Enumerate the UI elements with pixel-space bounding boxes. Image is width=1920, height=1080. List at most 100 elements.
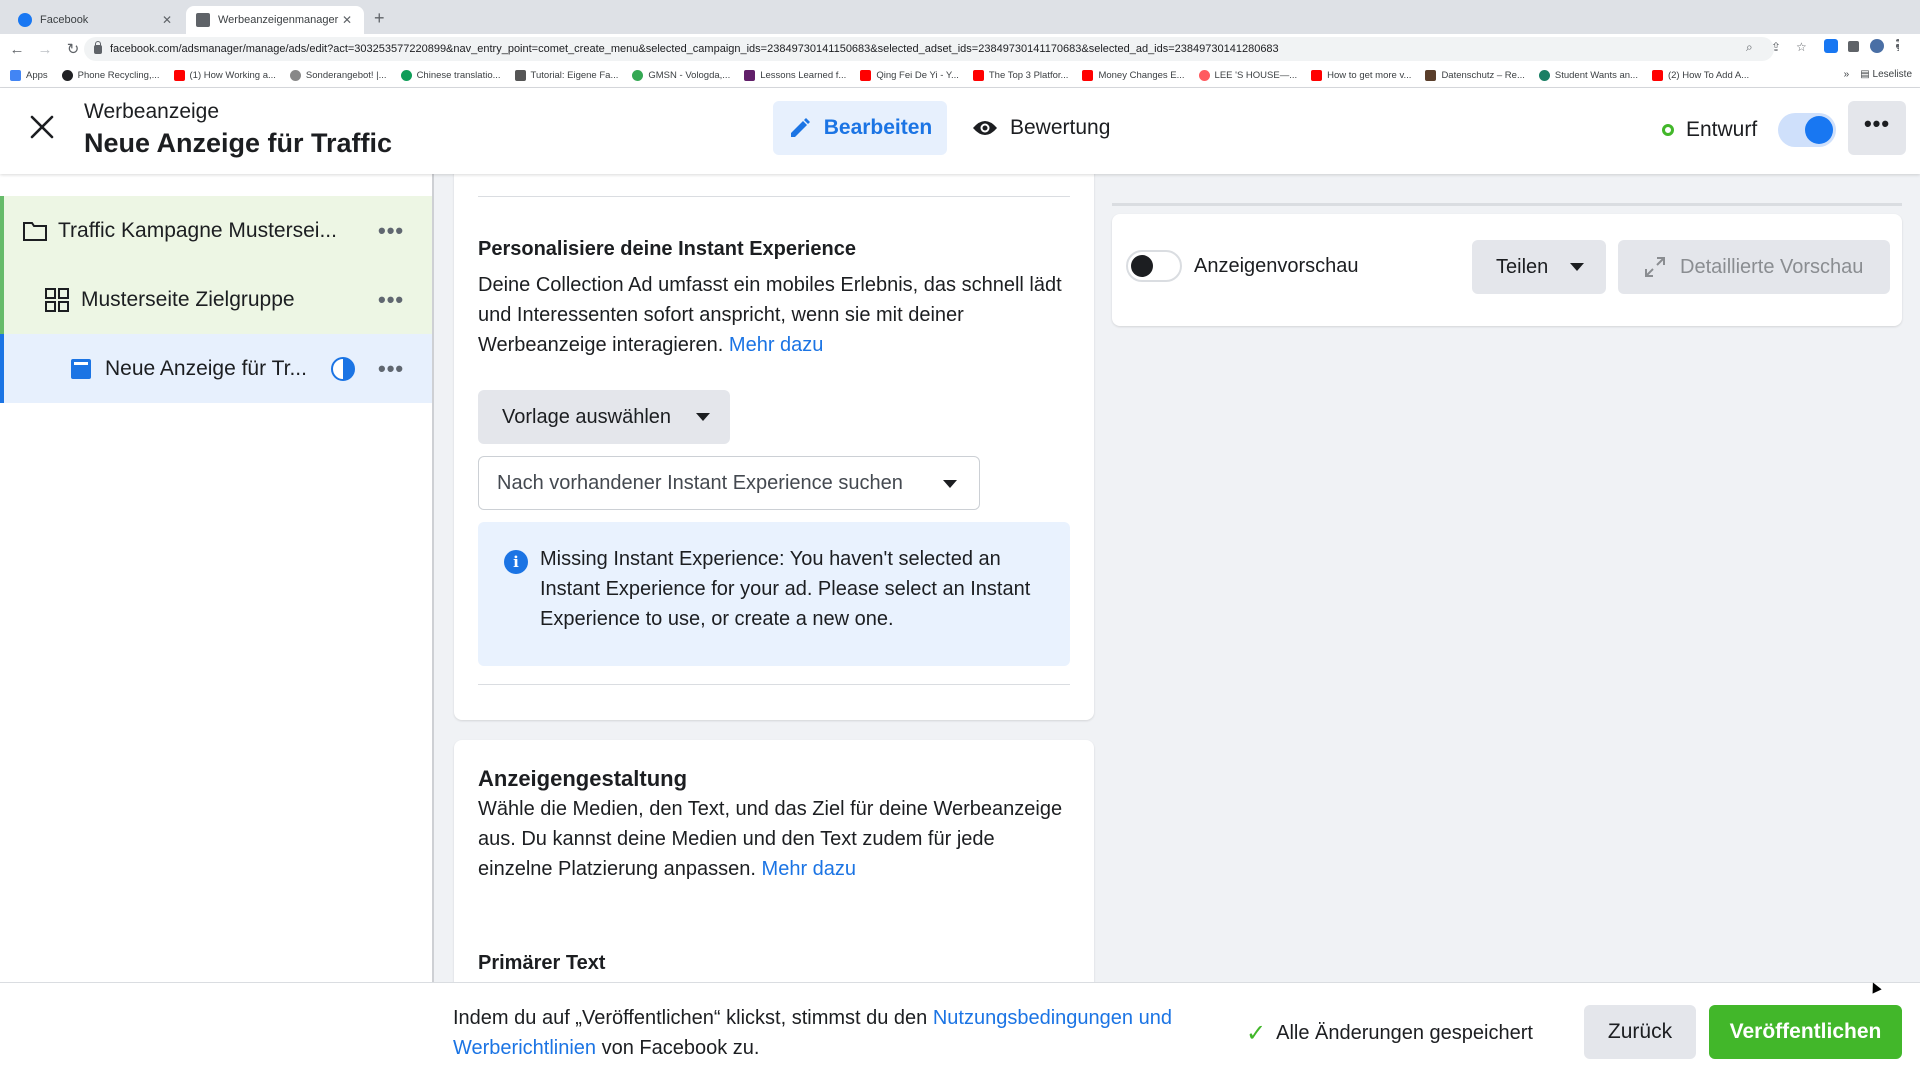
url-text: facebook.com/adsmanager/manage/ads/edit?… xyxy=(110,43,1279,55)
browser-menu-icon[interactable] xyxy=(1896,39,1900,51)
back-button[interactable]: Zurück xyxy=(1584,1005,1696,1059)
bookmark-label: Datenschutz – Re... xyxy=(1441,70,1525,81)
bookmark-label: (2) How To Add A... xyxy=(1667,70,1750,81)
bookmark-label: (1) How Working a... xyxy=(189,70,276,81)
share-dropdown-button[interactable]: Teilen xyxy=(1472,240,1606,294)
tab-close-icon[interactable]: ✕ xyxy=(160,13,174,27)
close-icon[interactable] xyxy=(26,114,58,146)
status-label: Entwurf xyxy=(1686,118,1758,141)
instant-experience-more-link[interactable]: Mehr dazu xyxy=(729,334,824,356)
youtube-icon xyxy=(173,70,185,81)
select-template-dropdown[interactable]: Vorlage auswählen xyxy=(478,390,730,444)
translate-favicon-icon xyxy=(400,70,412,81)
bookmark-item[interactable]: Phone Recycling,... xyxy=(61,70,160,81)
tree-item-adset[interactable]: Musterseite Zielgruppe ••• xyxy=(0,265,432,334)
half-circle-status-icon xyxy=(331,356,355,381)
bookmark-label: Money Changes E... xyxy=(1098,70,1185,81)
bookmark-label: Chinese translatio... xyxy=(416,70,501,81)
browser-tabstrip: Facebook ✕ Werbeanzeigenmanager - Werb ✕… xyxy=(0,0,1920,34)
bookmark-label: GMSN - Vologda,... xyxy=(648,70,731,81)
bookmark-label: Phone Recycling,... xyxy=(77,70,160,81)
publish-button[interactable]: Veröffentlichen xyxy=(1709,1005,1902,1059)
address-bar[interactable]: facebook.com/adsmanager/manage/ads/edit?… xyxy=(84,37,1774,61)
document-favicon-icon xyxy=(1425,70,1437,81)
tree-item-ad[interactable]: Neue Anzeige für Tr... ••• xyxy=(0,334,432,403)
instant-experience-title: Personalisiere deine Instant Experience xyxy=(478,238,856,260)
youtube-icon xyxy=(1651,70,1663,81)
lock-icon xyxy=(94,40,102,54)
hashtag-icon xyxy=(514,70,526,81)
section-divider xyxy=(478,684,1070,685)
adset-more-icon[interactable]: ••• xyxy=(378,287,404,313)
zoom-icon[interactable]: ⌕ xyxy=(1746,40,1753,55)
forward-arrow-icon[interactable]: → xyxy=(34,41,56,58)
ad-editor-header: Werbeanzeige Neue Anzeige für Traffic Be… xyxy=(0,88,1920,174)
more-options-button[interactable]: ••• xyxy=(1848,101,1906,155)
bookmark-item[interactable]: Money Changes E... xyxy=(1082,70,1185,81)
ad-preview-toggle[interactable] xyxy=(1126,250,1182,282)
bookmark-apps[interactable]: Apps xyxy=(10,70,48,81)
draft-status: Entwurf xyxy=(1662,118,1757,142)
bookmarks-bar: Apps Phone Recycling,... (1) How Working… xyxy=(0,64,1920,88)
reading-list-button[interactable]: » ▤ Leseliste xyxy=(1844,69,1912,80)
share-page-icon[interactable]: ⇪ xyxy=(1771,40,1781,54)
bookmark-label: Student Wants an... xyxy=(1554,70,1638,81)
terms-suffix: von Facebook zu. xyxy=(601,1037,760,1059)
reload-icon[interactable]: ↻ xyxy=(62,40,84,58)
back-arrow-icon[interactable]: ← xyxy=(6,41,28,58)
preview-divider xyxy=(1112,203,1902,206)
review-tab-button[interactable]: Bewertung xyxy=(972,101,1110,155)
saved-label: Alle Änderungen gespeichert xyxy=(1276,1022,1533,1044)
select-template-label: Vorlage auswählen xyxy=(502,405,672,428)
ad-preview-label: Anzeigenvorschau xyxy=(1194,255,1359,277)
facebook-extension-icon[interactable] xyxy=(1824,39,1838,53)
extensions-puzzle-icon[interactable] xyxy=(1848,41,1859,52)
ad-icon xyxy=(71,358,91,379)
bookmark-label: Sonderangebot! |... xyxy=(305,70,387,81)
bookmark-item[interactable]: Student Wants an... xyxy=(1538,70,1638,81)
bookmark-item[interactable]: How to get more v... xyxy=(1311,70,1411,81)
instant-experience-description: Deine Collection Ad umfasst ein mobiles … xyxy=(478,270,1068,360)
adsmanager-favicon-icon xyxy=(196,13,210,27)
tab-close-icon[interactable]: ✕ xyxy=(340,13,354,27)
browser-tab-adsmanager[interactable]: Werbeanzeigenmanager - Werb ✕ xyxy=(186,6,364,34)
bookmark-item[interactable]: Chinese translatio... xyxy=(400,70,501,81)
bookmark-item[interactable]: Qing Fei De Yi - Y... xyxy=(860,70,959,81)
bookmark-item[interactable]: (2) How To Add A... xyxy=(1651,70,1750,81)
bookmark-item[interactable]: Datenschutz – Re... xyxy=(1425,70,1525,81)
new-tab-icon[interactable]: + xyxy=(374,8,385,29)
browser-tab-facebook[interactable]: Facebook ✕ xyxy=(8,6,184,34)
bookmark-item[interactable]: Lessons Learned f... xyxy=(744,70,846,81)
tree-item-campaign[interactable]: Traffic Kampagne Mustersei... ••• xyxy=(0,196,432,265)
ad-design-description: Wähle die Medien, den Text, und das Ziel… xyxy=(478,794,1068,884)
bookmark-label: How to get more v... xyxy=(1327,70,1412,81)
campaign-more-icon[interactable]: ••• xyxy=(378,218,404,244)
detailed-preview-button[interactable]: Detaillierte Vorschau xyxy=(1618,240,1890,294)
bookmark-item[interactable]: GMSN - Vologda,... xyxy=(632,70,730,81)
primary-text-label: Primärer Text xyxy=(478,952,606,974)
apps-grid-icon xyxy=(10,70,21,81)
ad-more-icon[interactable]: ••• xyxy=(378,356,404,382)
bookmark-item[interactable]: (1) How Working a... xyxy=(173,70,276,81)
profile-avatar-icon[interactable] xyxy=(1870,39,1884,53)
detailed-preview-label: Detaillierte Vorschau xyxy=(1680,255,1864,278)
instant-experience-search[interactable]: Nach vorhandener Instant Experience such… xyxy=(478,456,980,510)
ad-design-more-link[interactable]: Mehr dazu xyxy=(762,858,857,880)
edit-tab-button[interactable]: Bearbeiten xyxy=(773,101,947,155)
bookmark-item[interactable]: The Top 3 Platfor... xyxy=(972,70,1068,81)
bookmark-label: LEE 'S HOUSE—... xyxy=(1214,70,1298,81)
ad-active-toggle[interactable] xyxy=(1778,113,1836,147)
toggle-knob xyxy=(1805,116,1833,144)
eye-icon xyxy=(973,121,997,135)
campaign-name: Traffic Kampagne Mustersei... xyxy=(58,218,337,242)
info-icon: i xyxy=(504,550,528,574)
pencil-icon xyxy=(790,118,810,137)
bookmark-item[interactable]: Tutorial: Eigene Fa... xyxy=(514,70,618,81)
instant-experience-card: Personalisiere deine Instant Experience … xyxy=(454,160,1094,720)
bookmark-item[interactable]: Sonderangebot! |... xyxy=(289,70,387,81)
star-icon[interactable]: ☆ xyxy=(1796,40,1807,54)
ad-design-card: Anzeigengestaltung Wähle die Medien, den… xyxy=(454,740,1094,1000)
ad-design-title: Anzeigengestaltung xyxy=(478,766,688,791)
bookmark-item[interactable]: LEE 'S HOUSE—... xyxy=(1198,70,1298,81)
expand-icon xyxy=(1645,257,1665,277)
